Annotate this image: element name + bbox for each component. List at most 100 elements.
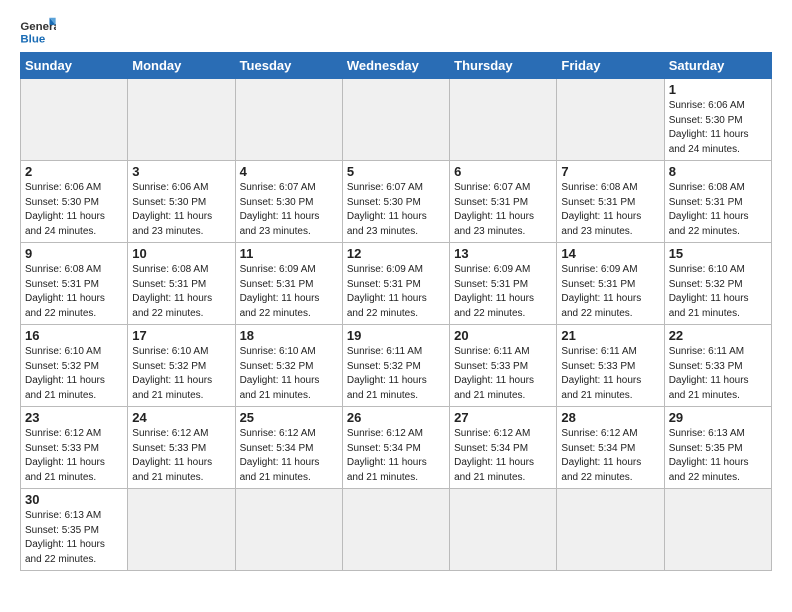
- calendar-day-cell: [450, 79, 557, 161]
- day-info: Sunrise: 6:08 AM Sunset: 5:31 PM Dayligh…: [669, 181, 767, 239]
- day-info: Sunrise: 6:08 AM Sunset: 5:31 PM Dayligh…: [561, 181, 659, 239]
- day-info: Sunrise: 6:13 AM Sunset: 5:35 PM Dayligh…: [25, 509, 123, 567]
- calendar-day-cell: 4 Sunrise: 6:07 AM Sunset: 5:30 PM Daylig…: [235, 161, 342, 243]
- day-number: 21: [561, 328, 659, 343]
- logo: General Blue: [20, 16, 56, 46]
- calendar-day-cell: 29Sunrise: 6:13 AM Sunset: 5:35 PM Dayli…: [664, 407, 771, 489]
- day-info: Sunrise: 6:12 AM Sunset: 5:33 PM Dayligh…: [25, 427, 123, 485]
- day-info: Sunrise: 6:10 AM Sunset: 5:32 PM Dayligh…: [669, 263, 767, 321]
- day-number: 10: [132, 246, 230, 261]
- day-number: 24: [132, 410, 230, 425]
- day-number: 22: [669, 328, 767, 343]
- calendar-day-cell: 16 Sunrise: 6:10 AM Sunset: 5:32 PM Dayli…: [21, 325, 128, 407]
- calendar-day-cell: [664, 489, 771, 571]
- calendar-day-cell: 30Sunrise: 6:13 AM Sunset: 5:35 PM Dayli…: [21, 489, 128, 571]
- calendar-day-cell: 14 Sunrise: 6:09 AM Sunset: 5:31 PM Dayli…: [557, 243, 664, 325]
- calendar-day-cell: [557, 79, 664, 161]
- day-number: 28: [561, 410, 659, 425]
- day-info: Sunrise: 6:07 AM Sunset: 5:30 PM Dayligh…: [347, 181, 445, 239]
- day-number: 20: [454, 328, 552, 343]
- calendar-weekday-saturday: Saturday: [664, 53, 771, 79]
- day-info: Sunrise: 6:09 AM Sunset: 5:31 PM Dayligh…: [561, 263, 659, 321]
- calendar-week-row: 23 Sunrise: 6:12 AM Sunset: 5:33 PM Dayli…: [21, 407, 772, 489]
- day-info: Sunrise: 6:06 AM Sunset: 5:30 PM Dayligh…: [669, 99, 767, 157]
- day-number: 18: [240, 328, 338, 343]
- day-info: Sunrise: 6:10 AM Sunset: 5:32 PM Dayligh…: [132, 345, 230, 403]
- day-number: 26: [347, 410, 445, 425]
- calendar-week-row: 30Sunrise: 6:13 AM Sunset: 5:35 PM Dayli…: [21, 489, 772, 571]
- calendar-day-cell: 11 Sunrise: 6:09 AM Sunset: 5:31 PM Dayli…: [235, 243, 342, 325]
- calendar-day-cell: 1 Sunrise: 6:06 AM Sunset: 5:30 PM Daylig…: [664, 79, 771, 161]
- calendar-weekday-friday: Friday: [557, 53, 664, 79]
- day-info: Sunrise: 6:11 AM Sunset: 5:33 PM Dayligh…: [454, 345, 552, 403]
- day-info: Sunrise: 6:09 AM Sunset: 5:31 PM Dayligh…: [347, 263, 445, 321]
- calendar-weekday-tuesday: Tuesday: [235, 53, 342, 79]
- calendar-day-cell: 8 Sunrise: 6:08 AM Sunset: 5:31 PM Daylig…: [664, 161, 771, 243]
- calendar-week-row: 9 Sunrise: 6:08 AM Sunset: 5:31 PM Daylig…: [21, 243, 772, 325]
- calendar-day-cell: 15 Sunrise: 6:10 AM Sunset: 5:32 PM Dayli…: [664, 243, 771, 325]
- day-info: Sunrise: 6:10 AM Sunset: 5:32 PM Dayligh…: [240, 345, 338, 403]
- calendar-day-cell: 13 Sunrise: 6:09 AM Sunset: 5:31 PM Dayli…: [450, 243, 557, 325]
- calendar-day-cell: [342, 79, 449, 161]
- day-info: Sunrise: 6:06 AM Sunset: 5:30 PM Dayligh…: [25, 181, 123, 239]
- day-number: 8: [669, 164, 767, 179]
- day-number: 25: [240, 410, 338, 425]
- calendar-day-cell: [450, 489, 557, 571]
- day-info: Sunrise: 6:07 AM Sunset: 5:31 PM Dayligh…: [454, 181, 552, 239]
- day-number: 23: [25, 410, 123, 425]
- calendar-week-row: 16 Sunrise: 6:10 AM Sunset: 5:32 PM Dayli…: [21, 325, 772, 407]
- day-number: 13: [454, 246, 552, 261]
- calendar-day-cell: 26Sunrise: 6:12 AM Sunset: 5:34 PM Dayli…: [342, 407, 449, 489]
- day-number: 6: [454, 164, 552, 179]
- day-info: Sunrise: 6:09 AM Sunset: 5:31 PM Dayligh…: [240, 263, 338, 321]
- calendar-header-row: SundayMondayTuesdayWednesdayThursdayFrid…: [21, 53, 772, 79]
- calendar-day-cell: 3 Sunrise: 6:06 AM Sunset: 5:30 PM Daylig…: [128, 161, 235, 243]
- calendar-day-cell: 24 Sunrise: 6:12 AM Sunset: 5:33 PM Dayli…: [128, 407, 235, 489]
- calendar-day-cell: [235, 489, 342, 571]
- calendar-day-cell: 17Sunrise: 6:10 AM Sunset: 5:32 PM Dayli…: [128, 325, 235, 407]
- day-info: Sunrise: 6:11 AM Sunset: 5:32 PM Dayligh…: [347, 345, 445, 403]
- calendar-table: SundayMondayTuesdayWednesdayThursdayFrid…: [20, 52, 772, 571]
- generalblue-logo-icon: General Blue: [20, 16, 56, 46]
- day-number: 4: [240, 164, 338, 179]
- day-number: 27: [454, 410, 552, 425]
- day-number: 19: [347, 328, 445, 343]
- day-info: Sunrise: 6:07 AM Sunset: 5:30 PM Dayligh…: [240, 181, 338, 239]
- day-number: 15: [669, 246, 767, 261]
- day-number: 11: [240, 246, 338, 261]
- calendar-day-cell: 5Sunrise: 6:07 AM Sunset: 5:30 PM Daylig…: [342, 161, 449, 243]
- day-number: 3: [132, 164, 230, 179]
- calendar-day-cell: [235, 79, 342, 161]
- calendar-day-cell: [342, 489, 449, 571]
- calendar-day-cell: 25 Sunrise: 6:12 AM Sunset: 5:34 PM Dayli…: [235, 407, 342, 489]
- day-number: 14: [561, 246, 659, 261]
- svg-text:Blue: Blue: [20, 33, 45, 45]
- day-number: 1: [669, 82, 767, 97]
- calendar-weekday-sunday: Sunday: [21, 53, 128, 79]
- calendar-weekday-monday: Monday: [128, 53, 235, 79]
- calendar-day-cell: 19 Sunrise: 6:11 AM Sunset: 5:32 PM Dayli…: [342, 325, 449, 407]
- day-number: 9: [25, 246, 123, 261]
- calendar-day-cell: 21Sunrise: 6:11 AM Sunset: 5:33 PM Dayli…: [557, 325, 664, 407]
- calendar-day-cell: 23 Sunrise: 6:12 AM Sunset: 5:33 PM Dayli…: [21, 407, 128, 489]
- calendar-day-cell: 9 Sunrise: 6:08 AM Sunset: 5:31 PM Daylig…: [21, 243, 128, 325]
- day-info: Sunrise: 6:12 AM Sunset: 5:33 PM Dayligh…: [132, 427, 230, 485]
- calendar-day-cell: [21, 79, 128, 161]
- calendar-day-cell: 22Sunrise: 6:11 AM Sunset: 5:33 PM Dayli…: [664, 325, 771, 407]
- day-info: Sunrise: 6:12 AM Sunset: 5:34 PM Dayligh…: [240, 427, 338, 485]
- day-info: Sunrise: 6:08 AM Sunset: 5:31 PM Dayligh…: [25, 263, 123, 321]
- day-number: 16: [25, 328, 123, 343]
- calendar-day-cell: 10 Sunrise: 6:08 AM Sunset: 5:31 PM Dayli…: [128, 243, 235, 325]
- day-info: Sunrise: 6:10 AM Sunset: 5:32 PM Dayligh…: [25, 345, 123, 403]
- day-info: Sunrise: 6:08 AM Sunset: 5:31 PM Dayligh…: [132, 263, 230, 321]
- calendar-day-cell: 7 Sunrise: 6:08 AM Sunset: 5:31 PM Daylig…: [557, 161, 664, 243]
- calendar-day-cell: 28 Sunrise: 6:12 AM Sunset: 5:34 PM Dayli…: [557, 407, 664, 489]
- day-info: Sunrise: 6:12 AM Sunset: 5:34 PM Dayligh…: [561, 427, 659, 485]
- calendar-week-row: 2Sunrise: 6:06 AM Sunset: 5:30 PM Daylig…: [21, 161, 772, 243]
- day-info: Sunrise: 6:09 AM Sunset: 5:31 PM Dayligh…: [454, 263, 552, 321]
- day-info: Sunrise: 6:12 AM Sunset: 5:34 PM Dayligh…: [454, 427, 552, 485]
- calendar-day-cell: [557, 489, 664, 571]
- calendar-week-row: 1 Sunrise: 6:06 AM Sunset: 5:30 PM Daylig…: [21, 79, 772, 161]
- day-number: 7: [561, 164, 659, 179]
- day-info: Sunrise: 6:06 AM Sunset: 5:30 PM Dayligh…: [132, 181, 230, 239]
